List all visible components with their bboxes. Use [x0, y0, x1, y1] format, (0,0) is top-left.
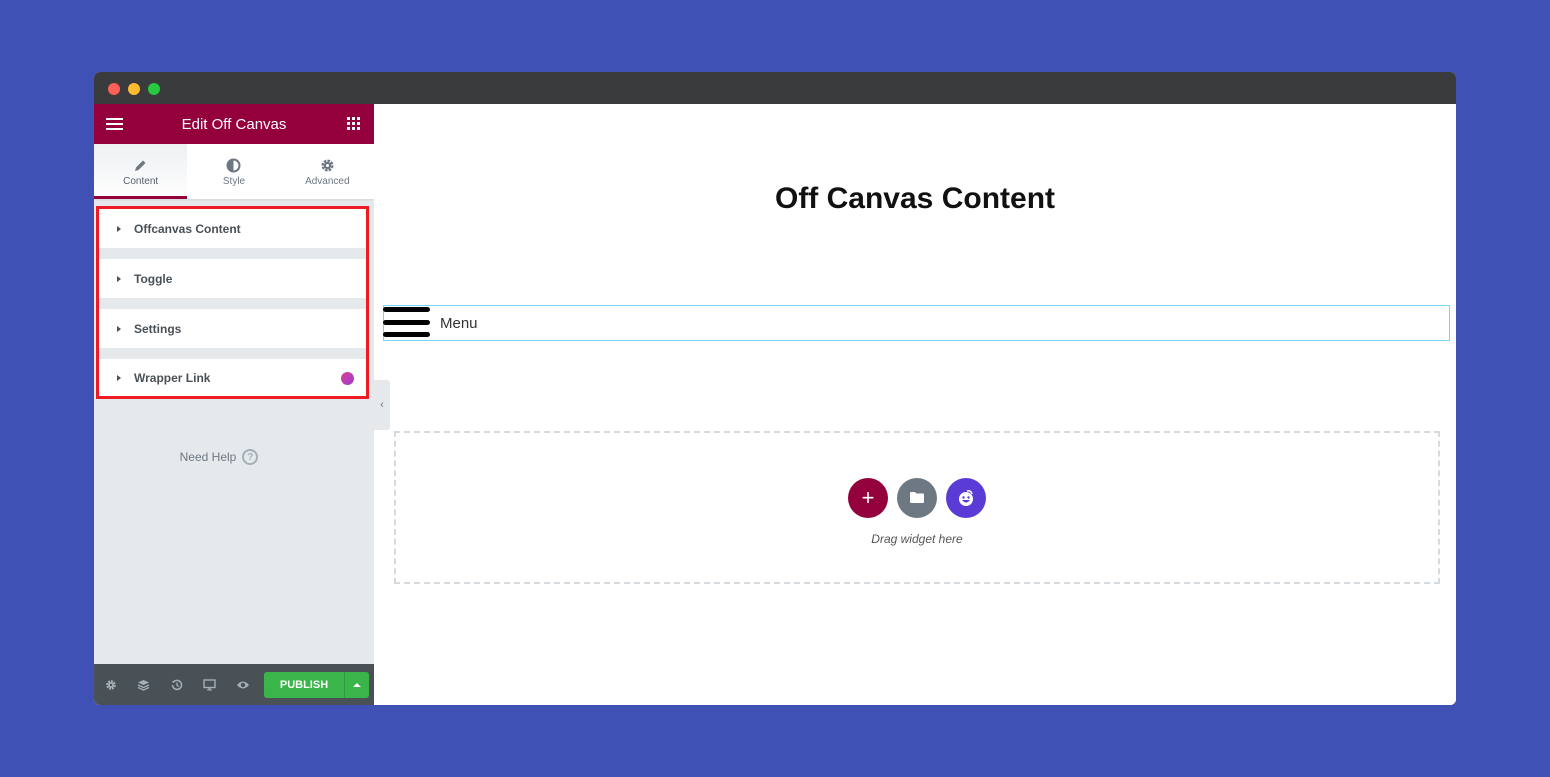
settings-gear-icon[interactable]	[94, 664, 127, 705]
minimize-window-button[interactable]	[128, 83, 140, 95]
section-label: Toggle	[134, 271, 173, 286]
menu-hamburger-icon	[383, 307, 430, 339]
add-section-button[interactable]: +	[848, 477, 888, 518]
collapse-panel-button[interactable]: ‹	[374, 380, 390, 430]
tab-advanced[interactable]: Advanced	[281, 144, 374, 199]
page-heading: Off Canvas Content	[774, 182, 1056, 215]
template-library-button[interactable]	[897, 477, 937, 518]
grid-icon[interactable]	[347, 117, 360, 130]
caret-right-icon	[117, 325, 121, 332]
section-settings[interactable]: Settings	[99, 309, 366, 348]
caret-right-icon	[117, 275, 121, 282]
need-help-link[interactable]: Need Help ?	[94, 449, 344, 465]
menu-label: Menu	[440, 314, 478, 332]
section-offcanvas-content[interactable]: Offcanvas Content	[99, 209, 366, 248]
caret-right-icon	[117, 374, 121, 381]
elementskit-icon	[959, 489, 973, 506]
publish-options-button[interactable]	[344, 671, 369, 698]
panel-title: Edit Off Canvas	[181, 115, 287, 133]
need-help-label: Need Help	[179, 450, 237, 464]
chevron-left-icon: ‹	[380, 399, 384, 411]
hamburger-icon[interactable]	[106, 118, 123, 130]
tab-style[interactable]: Style	[187, 144, 280, 199]
caret-up-icon	[353, 682, 361, 687]
section-toggle[interactable]: Toggle	[99, 259, 366, 298]
section-label: Offcanvas Content	[134, 221, 241, 236]
drop-zone-hint: Drag widget here	[871, 531, 963, 546]
tab-label: Style	[222, 176, 246, 187]
section-list: Offcanvas Content Toggle Settings Wrappe…	[96, 206, 369, 399]
help-icon: ?	[242, 449, 259, 465]
title-bar	[94, 72, 1456, 104]
browser-window: Edit Off Canvas Content Style Advanced O…	[94, 72, 1456, 705]
section-label: Wrapper Link	[134, 370, 211, 385]
gear-icon	[320, 156, 335, 174]
folder-icon	[910, 492, 924, 503]
responsive-icon[interactable]	[193, 664, 226, 705]
close-window-button[interactable]	[108, 83, 120, 95]
elementskit-library-button[interactable]	[946, 477, 986, 518]
eye-icon[interactable]	[226, 664, 259, 705]
pencil-icon	[134, 156, 147, 174]
layers-icon[interactable]	[127, 664, 160, 705]
tab-content[interactable]: Content	[94, 144, 188, 199]
history-icon[interactable]	[160, 664, 193, 705]
section-wrapper-link[interactable]: Wrapper Link	[99, 359, 366, 396]
section-label: Settings	[134, 321, 182, 336]
offcanvas-toggle-widget[interactable]: Menu	[383, 305, 1450, 341]
panel-footer: PUBLISH	[94, 664, 374, 705]
publish-button[interactable]: PUBLISH	[264, 671, 344, 698]
tab-label: Content	[123, 176, 159, 187]
panel-header: Edit Off Canvas	[94, 104, 374, 144]
elementskit-icon	[341, 372, 354, 385]
widget-drop-zone[interactable]: + Drag widget here	[394, 431, 1440, 584]
plus-icon: +	[861, 484, 875, 510]
editor-panel: Edit Off Canvas Content Style Advanced O…	[94, 104, 374, 705]
caret-right-icon	[117, 225, 121, 232]
panel-tabs: Content Style Advanced	[94, 144, 374, 199]
half-circle-icon	[226, 156, 241, 174]
drop-zone-actions: +	[848, 477, 986, 518]
maximize-window-button[interactable]	[148, 83, 160, 95]
preview-canvas: Off Canvas Content Menu + Drag widget he…	[374, 104, 1456, 705]
tab-label: Advanced	[305, 176, 350, 187]
